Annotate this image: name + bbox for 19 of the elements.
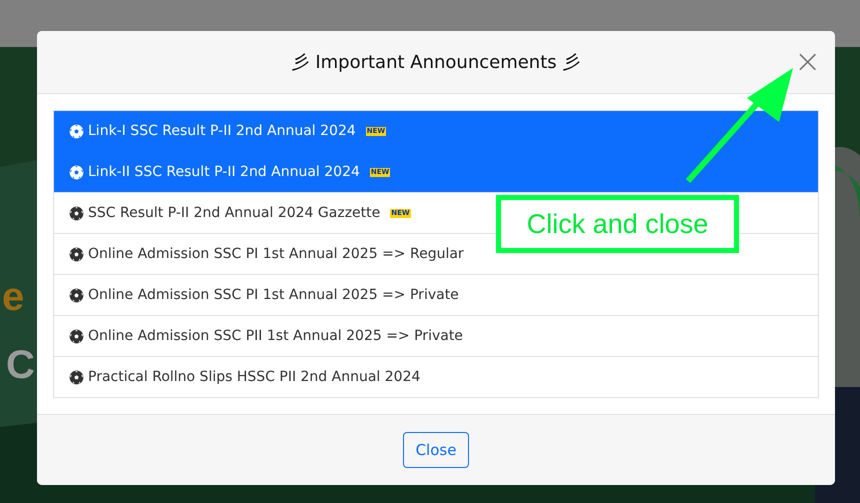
announcement-link: Online Admission SSC PI 1st Annual 2025 => Private	[88, 287, 459, 303]
soccer-ball-icon	[69, 246, 84, 262]
announcement-link: Link-I SSC Result P-II 2nd Annual 2024	[88, 123, 356, 139]
soccer-ball-icon	[69, 328, 84, 344]
soccer-ball-icon	[69, 124, 84, 138]
soccer-ball-icon	[69, 164, 84, 180]
soccer-ball-icon	[69, 206, 84, 220]
announcement-link: Practical Rollno Slips HSSC PII 2nd Annual 2024	[88, 369, 420, 385]
soccer-ball-icon	[69, 288, 84, 302]
announcement-link: Online Admission SSC PI 1st Annual 2025 => Regular	[88, 246, 464, 262]
dialog-title: 彡 Important Announcements 彡	[292, 51, 580, 74]
announcement-link: Online Admission SSC PII 1st Annual 2025 => Private	[88, 328, 463, 344]
close-button[interactable]: Close	[402, 432, 470, 468]
hero-text: C	[5, 345, 35, 385]
announcement-link: Link-II SSC Result P-II 2nd Annual 2024	[88, 164, 360, 180]
annotation-box: Click and close	[496, 195, 739, 253]
hero-text: e	[2, 277, 26, 317]
announcement-link: SSC Result P-II 2nd Annual 2024 Gazzette	[88, 205, 380, 221]
soccer-ball-icon	[69, 370, 84, 384]
